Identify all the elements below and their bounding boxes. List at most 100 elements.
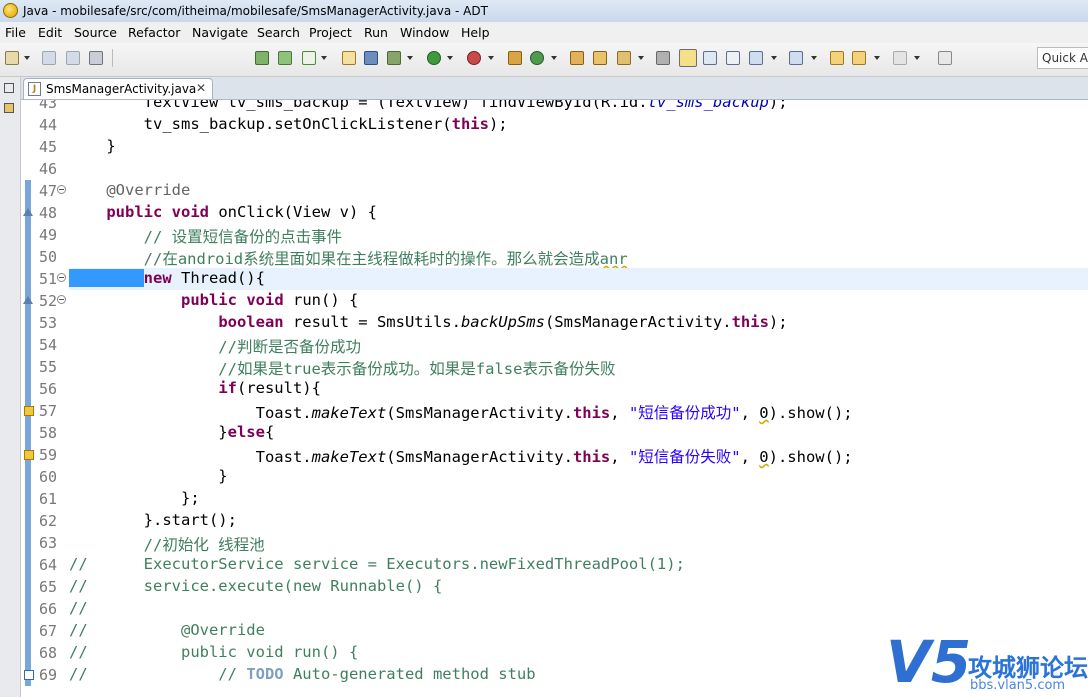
back-icon[interactable]	[852, 51, 866, 65]
change-marker	[25, 268, 31, 290]
line-number: 62	[38, 512, 57, 530]
menu-file[interactable]: File	[5, 25, 26, 40]
code-text: }.start();	[69, 511, 237, 529]
lint-check-icon[interactable]	[302, 51, 316, 65]
code-text: Toast.makeText(SmsManagerActivity.this, …	[69, 404, 853, 422]
toolbar-separator	[112, 49, 113, 67]
change-marker	[25, 620, 31, 642]
menu-window[interactable]: Window	[400, 25, 449, 40]
code-text: }	[69, 137, 116, 155]
open-task-icon[interactable]	[593, 51, 607, 65]
close-icon[interactable]: ✕	[196, 81, 206, 95]
line-number: 48	[38, 204, 57, 222]
override-marker-icon	[23, 208, 33, 216]
new-android-project-icon[interactable]	[342, 51, 356, 65]
code-text: };	[69, 489, 200, 507]
search-dropdown-icon[interactable]	[638, 55, 644, 61]
toggle-block-selection-icon[interactable]	[703, 51, 717, 65]
menu-edit[interactable]: Edit	[38, 25, 62, 40]
tab-label: SmsManagerActivity.java	[46, 82, 197, 96]
change-marker	[25, 554, 31, 576]
previous-annotation-dropdown-icon[interactable]	[811, 55, 817, 61]
previous-annotation-icon[interactable]	[789, 51, 803, 65]
menu-run[interactable]: Run	[364, 25, 388, 40]
line-number: 64	[38, 556, 57, 574]
next-annotation-icon[interactable]	[749, 51, 763, 65]
watermark-url: bbs.vlan5.com	[970, 678, 1066, 693]
new-java-package-icon[interactable]	[508, 51, 522, 65]
line-number: 56	[38, 380, 57, 398]
new-class-dropdown-icon[interactable]	[551, 55, 557, 61]
line-number: 49	[38, 226, 57, 244]
forward-icon[interactable]	[893, 51, 907, 65]
new-dropdown-icon[interactable]	[24, 55, 30, 61]
menu-source[interactable]: Source	[74, 25, 117, 40]
next-annotation-dropdown-icon[interactable]	[771, 55, 777, 61]
forward-dropdown-icon[interactable]	[914, 55, 920, 61]
print-icon[interactable]	[89, 51, 103, 65]
line-number: 44	[38, 116, 57, 134]
toggle-mark-occurrences-icon[interactable]	[679, 49, 697, 67]
line-number: 54	[38, 336, 57, 354]
menu-refactor[interactable]: Refactor	[128, 25, 180, 40]
new-icon[interactable]	[5, 51, 19, 65]
code-editor[interactable]: 43 TextView tv_sms_backup = (TextView) f…	[21, 100, 1088, 697]
fold-toggle-icon[interactable]	[57, 295, 66, 304]
code-comment: // @Override	[69, 621, 265, 639]
menu-navigate[interactable]: Navigate	[192, 25, 248, 40]
last-edit-location-icon[interactable]	[830, 51, 844, 65]
code-text: boolean result = SmsUtils.backUpSms(SmsM…	[218, 313, 788, 331]
code-text: tv_sms_backup.setOnClickListener(this);	[69, 115, 508, 133]
package-explorer-icon[interactable]	[4, 103, 14, 113]
back-dropdown-icon[interactable]	[874, 55, 880, 61]
code-comment: //在android系统里面如果在主线程做耗时的操作。那么就会造成anr	[69, 250, 628, 268]
pin-editor-icon[interactable]	[938, 51, 952, 65]
save-icon[interactable]	[42, 51, 56, 65]
android-sdk-manager-icon[interactable]	[255, 51, 269, 65]
change-marker	[25, 510, 31, 532]
fold-toggle-icon[interactable]	[57, 273, 66, 282]
change-marker	[25, 466, 31, 488]
menu-help[interactable]: Help	[461, 25, 490, 40]
line-number: 53	[38, 314, 57, 332]
adt-app-icon	[3, 3, 18, 18]
change-marker	[25, 488, 31, 510]
save-all-icon[interactable]	[66, 51, 80, 65]
external-tools-icon[interactable]	[467, 51, 481, 65]
lint-dropdown-icon[interactable]	[321, 55, 327, 61]
line-number: 46	[38, 160, 57, 178]
code-line: 54 //判断是否备份成功	[21, 334, 1088, 356]
change-marker	[25, 334, 31, 356]
android-avd-manager-icon[interactable]	[278, 51, 292, 65]
code-line: 66 //	[21, 598, 1088, 620]
menu-search[interactable]: Search	[257, 25, 300, 40]
fold-toggle-icon[interactable]	[57, 185, 66, 194]
tab-smsmanageractivity[interactable]: J SmsManagerActivity.java ✕	[23, 78, 213, 99]
debug-dropdown-icon[interactable]	[407, 55, 413, 61]
run-icon[interactable]	[427, 51, 441, 65]
change-marker	[25, 246, 31, 268]
new-java-class-icon[interactable]	[530, 51, 544, 65]
override-marker-icon	[23, 296, 33, 304]
external-tools-dropdown-icon[interactable]	[488, 55, 494, 61]
debug-icon[interactable]	[387, 51, 401, 65]
line-number: 66	[38, 600, 57, 618]
code-line: 52 public void run() {	[21, 290, 1088, 312]
code-line: 57 Toast.makeText(SmsManagerActivity.thi…	[21, 400, 1088, 422]
code-line: 63 //初始化 线程池	[21, 532, 1088, 554]
run-dropdown-icon[interactable]	[447, 55, 453, 61]
restore-icon[interactable]	[4, 83, 14, 93]
code-comment: //判断是否备份成功	[69, 338, 361, 356]
show-whitespace-icon[interactable]	[726, 51, 740, 65]
skip-breakpoints-icon[interactable]	[364, 51, 378, 65]
menu-project[interactable]: Project	[309, 25, 352, 40]
quick-access-input[interactable]: Quick Ac	[1037, 47, 1088, 69]
code-text: new Thread(){	[69, 269, 265, 287]
search-icon[interactable]	[617, 51, 631, 65]
line-number: 67	[38, 622, 57, 640]
left-trim-bar	[0, 77, 21, 697]
change-marker	[25, 532, 31, 554]
code-text: public void onClick(View v) {	[106, 203, 377, 221]
toggle-breadcrumb-icon[interactable]	[656, 51, 670, 65]
open-type-icon[interactable]	[570, 51, 584, 65]
